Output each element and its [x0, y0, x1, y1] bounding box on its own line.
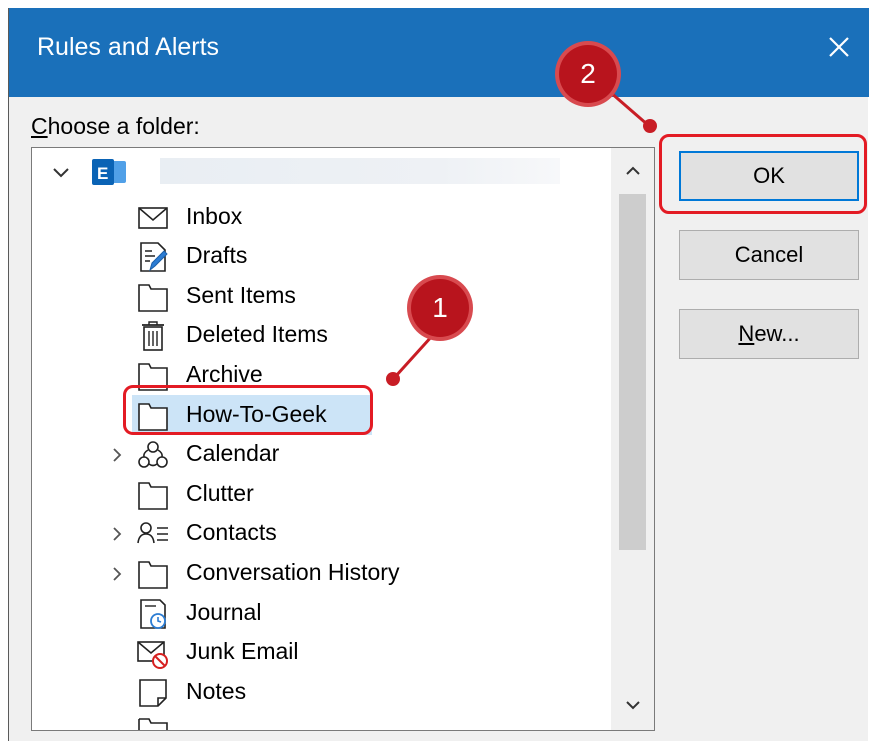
folder-label: Deleted Items [186, 321, 328, 347]
title-bar: Rules and Alerts [9, 8, 869, 97]
folder-clutter[interactable]: Clutter [136, 476, 436, 514]
folder-icon [138, 718, 168, 730]
chevron-right-icon[interactable] [110, 447, 124, 463]
folder-label: Notes [186, 678, 247, 704]
cancel-button[interactable]: Cancel [679, 230, 859, 280]
folder-label: Clutter [186, 480, 254, 506]
folder-drafts[interactable]: Drafts [136, 238, 436, 276]
trash-icon [142, 321, 164, 351]
notes-icon [139, 679, 167, 707]
journal-icon [140, 599, 166, 629]
callout-number-1: 1 [411, 279, 469, 337]
folder-conversation-history[interactable]: Conversation History [136, 555, 476, 593]
highlight-ok-button [659, 134, 867, 214]
scroll-down-icon[interactable] [624, 696, 642, 714]
folder-journal[interactable]: Journal [136, 595, 436, 633]
chevron-right-icon[interactable] [110, 526, 124, 542]
folder-label: Junk Email [186, 638, 299, 664]
folder-label: Drafts [186, 242, 248, 268]
folder-inbox[interactable]: Inbox [136, 199, 436, 237]
folder-junk-email[interactable]: Junk Email [136, 634, 436, 672]
folder-label: Archive [186, 361, 263, 387]
draft-icon [140, 242, 168, 272]
highlight-how-to-geek [123, 385, 373, 435]
folder-label: Calendar [186, 440, 280, 466]
dialog-title: Rules and Alerts [37, 33, 220, 61]
close-icon[interactable] [822, 30, 856, 64]
callout-number-2: 2 [559, 45, 617, 103]
exchange-account-icon: E [92, 159, 126, 185]
folder-label: Contacts [186, 519, 277, 545]
folder-icon [138, 482, 168, 510]
account-name-redacted [160, 158, 560, 184]
chevron-down-icon[interactable] [52, 167, 70, 179]
folder-label: Conversation History [186, 559, 400, 585]
folder-label: Inbox [186, 203, 243, 229]
junk-email-icon [137, 641, 168, 669]
choose-folder-label: Choose a folder: [31, 113, 200, 139]
svg-text:E: E [97, 164, 108, 183]
envelope-icon [138, 207, 168, 229]
calendar-shared-icon [138, 441, 168, 468]
folder-label: Journal [186, 599, 262, 625]
chevron-right-icon[interactable] [110, 566, 124, 582]
folder-notes[interactable]: Notes [136, 674, 436, 712]
folder-calendar[interactable]: Calendar [136, 436, 436, 474]
new-button[interactable]: New... [679, 309, 859, 359]
folder-icon [138, 284, 168, 312]
folder-label: Sent Items [186, 282, 296, 308]
folder-icon [138, 561, 168, 589]
folder-contacts[interactable]: Contacts [136, 515, 436, 553]
contacts-icon [137, 522, 168, 544]
scroll-up-icon[interactable] [624, 162, 642, 180]
